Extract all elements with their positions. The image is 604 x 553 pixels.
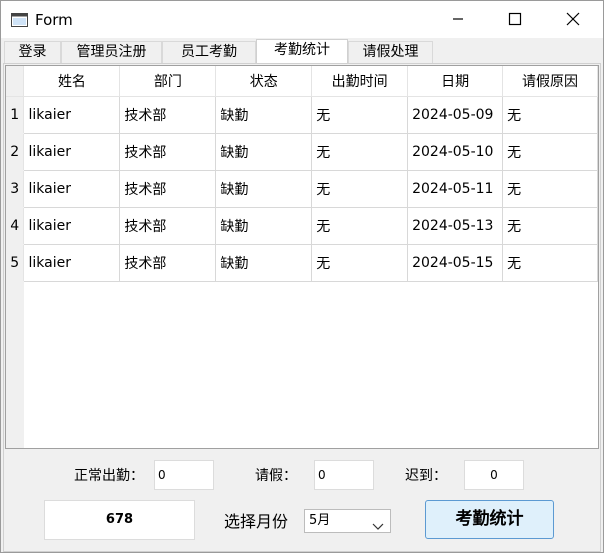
tab-admin-register[interactable]: 管理员注册: [61, 41, 162, 63]
app-window-icon: [11, 12, 28, 27]
cell-department[interactable]: 技术部: [119, 96, 217, 134]
cell-leave-reason[interactable]: 无: [502, 133, 598, 171]
cell-name[interactable]: likaier: [23, 133, 121, 171]
window-title: Form: [35, 11, 73, 29]
column-header-date[interactable]: 日期: [407, 66, 504, 97]
cell-leave-reason[interactable]: 无: [502, 207, 598, 245]
column-header-leave-reason[interactable]: 请假原因: [502, 66, 598, 97]
normal-attendance-field[interactable]: 0: [154, 460, 214, 490]
row-number[interactable]: 4: [6, 207, 25, 245]
column-header-name[interactable]: 姓名: [23, 66, 121, 97]
cell-department[interactable]: 技术部: [119, 170, 217, 208]
cell-status[interactable]: 缺勤: [215, 96, 313, 134]
cell-status[interactable]: 缺勤: [215, 133, 313, 171]
cell-attendance-time[interactable]: 无: [311, 170, 409, 208]
chevron-down-icon: [372, 517, 384, 539]
minimize-button[interactable]: [436, 1, 482, 38]
cell-department[interactable]: 技术部: [119, 207, 217, 245]
cell-attendance-time[interactable]: 无: [311, 133, 409, 171]
maximize-icon: [508, 12, 522, 26]
row-number[interactable]: 1: [6, 96, 25, 134]
cell-status[interactable]: 缺勤: [215, 170, 313, 208]
tab-leave-processing[interactable]: 请假处理: [348, 41, 433, 63]
leave-label: 请假：: [255, 468, 297, 484]
month-select-value: 5月: [309, 513, 331, 528]
month-select[interactable]: 5月: [304, 509, 391, 533]
cell-leave-reason[interactable]: 无: [502, 170, 598, 208]
late-field[interactable]: 0: [464, 460, 524, 490]
cell-leave-reason[interactable]: 无: [502, 244, 598, 282]
row-number[interactable]: 5: [6, 244, 25, 282]
cell-status[interactable]: 缺勤: [215, 207, 313, 245]
column-header-department[interactable]: 部门: [119, 66, 217, 97]
table-row[interactable]: 4 likaier 技术部 缺勤 无 2024-05-13 无: [6, 207, 598, 245]
table-row[interactable]: 1 likaier 技术部 缺勤 无 2024-05-09 无: [6, 96, 598, 134]
cell-department[interactable]: 技术部: [119, 133, 217, 171]
employee-id-field[interactable]: 678: [44, 500, 195, 540]
minimize-icon: [453, 18, 463, 20]
title-bar[interactable]: Form: [1, 1, 603, 38]
cell-attendance-time[interactable]: 无: [311, 207, 409, 245]
row-number[interactable]: 3: [6, 170, 25, 208]
column-header-status[interactable]: 状态: [215, 66, 313, 97]
cell-leave-reason[interactable]: 无: [502, 96, 598, 134]
close-icon: [566, 12, 580, 26]
normal-attendance-label: 正常出勤：: [74, 468, 144, 484]
cell-date[interactable]: 2024-05-09: [407, 96, 504, 134]
app-window: Form 登录 管理员注册 员工考勤 考勤统计 请假处理 姓名 部门 状态 出勤…: [0, 0, 604, 553]
statistics-panel: 姓名 部门 状态 出勤时间 日期 请假原因 1 likaier 技术部 缺勤 无: [3, 63, 601, 552]
cell-name[interactable]: likaier: [23, 244, 121, 282]
leave-field[interactable]: 0: [314, 460, 374, 490]
attendance-statistics-button[interactable]: 考勤统计: [425, 500, 554, 539]
table-row[interactable]: 2 likaier 技术部 缺勤 无 2024-05-10 无: [6, 133, 598, 171]
tab-employee-attendance[interactable]: 员工考勤: [162, 41, 256, 63]
cell-department[interactable]: 技术部: [119, 244, 217, 282]
cell-date[interactable]: 2024-05-13: [407, 207, 504, 245]
cell-name[interactable]: likaier: [23, 96, 121, 134]
tab-login[interactable]: 登录: [4, 41, 61, 63]
attendance-grid: 姓名 部门 状态 出勤时间 日期 请假原因 1 likaier 技术部 缺勤 无: [6, 66, 598, 282]
cell-name[interactable]: likaier: [23, 207, 121, 245]
cell-date[interactable]: 2024-05-11: [407, 170, 504, 208]
cell-date[interactable]: 2024-05-10: [407, 133, 504, 171]
cell-date[interactable]: 2024-05-15: [407, 244, 504, 282]
corner-button[interactable]: [6, 66, 25, 97]
cell-name[interactable]: likaier: [23, 170, 121, 208]
tab-attendance-statistics[interactable]: 考勤统计: [256, 39, 348, 64]
cell-attendance-time[interactable]: 无: [311, 96, 409, 134]
column-header-attendance-time[interactable]: 出勤时间: [311, 66, 409, 97]
tab-bar: 登录 管理员注册 员工考勤 考勤统计 请假处理: [4, 39, 600, 64]
row-number[interactable]: 2: [6, 133, 25, 171]
late-label: 迟到：: [405, 468, 447, 484]
cell-status[interactable]: 缺勤: [215, 244, 313, 282]
table-row[interactable]: 5 likaier 技术部 缺勤 无 2024-05-15 无: [6, 244, 598, 282]
attendance-table[interactable]: 姓名 部门 状态 出勤时间 日期 请假原因 1 likaier 技术部 缺勤 无: [5, 65, 599, 449]
maximize-button[interactable]: [493, 1, 539, 38]
table-row[interactable]: 3 likaier 技术部 缺勤 无 2024-05-11 无: [6, 170, 598, 208]
month-label: 选择月份: [224, 512, 289, 531]
table-header-row: 姓名 部门 状态 出勤时间 日期 请假原因: [6, 66, 598, 97]
cell-attendance-time[interactable]: 无: [311, 244, 409, 282]
close-button[interactable]: [551, 1, 597, 38]
